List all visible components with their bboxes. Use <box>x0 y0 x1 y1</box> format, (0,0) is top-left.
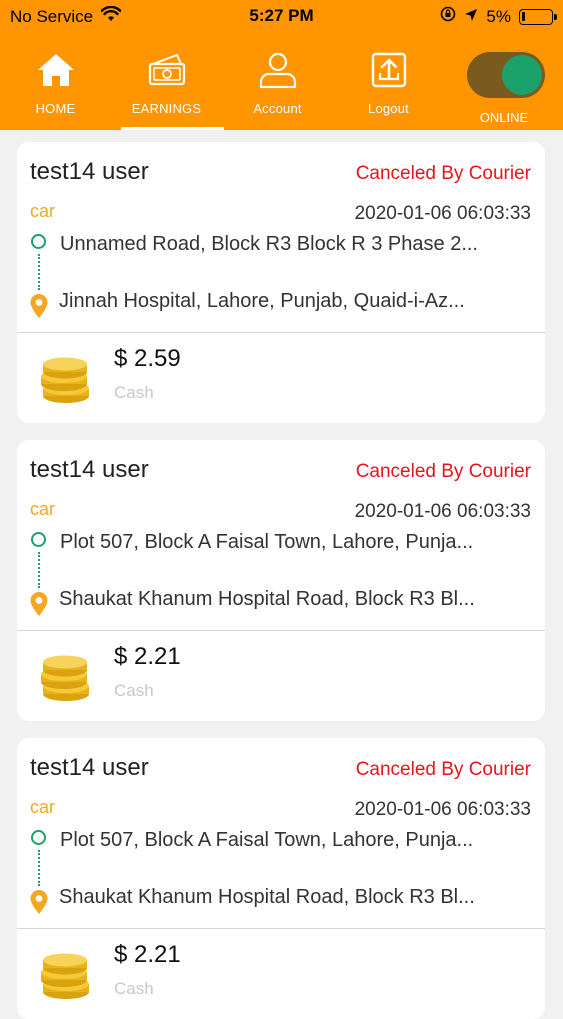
nav-earnings-label: EARNINGS <box>131 101 202 116</box>
card-divider <box>17 630 545 631</box>
online-label: ONLINE <box>479 110 529 125</box>
coins-icon <box>39 951 91 1006</box>
vehicle-type: car <box>30 201 56 221</box>
home-icon <box>36 50 76 90</box>
trip-datetime: 2020-01-06 06:03:33 <box>354 799 531 820</box>
nav-account[interactable]: Account <box>222 32 333 130</box>
card-divider <box>17 332 545 333</box>
dropoff-address: Shaukat Khanum Hospital Road, Block R3 B… <box>59 588 475 610</box>
coins-icon <box>39 653 91 708</box>
route-line <box>38 254 40 290</box>
money-icon <box>147 50 187 90</box>
dropoff-address: Jinnah Hospital, Lahore, Punjab, Quaid-i… <box>59 290 465 312</box>
battery-percent: 5% <box>486 6 511 26</box>
pickup-address: Plot 507, Block A Faisal Town, Lahore, P… <box>60 531 474 553</box>
fare-amount: $ 2.21 <box>114 941 181 968</box>
status-bar: No Service 5:27 PM 5% <box>0 0 563 32</box>
trip-status: Canceled By Courier <box>355 759 531 780</box>
card-divider <box>17 928 545 929</box>
pickup-address: Unnamed Road, Block R3 Block R 3 Phase 2… <box>60 233 478 255</box>
nav-home-label: HOME <box>35 101 76 116</box>
coins-icon <box>39 355 91 410</box>
trip-datetime: 2020-01-06 06:03:33 <box>354 203 531 224</box>
nav-logout[interactable]: Logout <box>333 32 444 130</box>
toggle-knob <box>502 55 542 95</box>
nav-logout-label: Logout <box>368 101 409 116</box>
route-line <box>38 850 40 886</box>
trip-status: Canceled By Courier <box>355 163 531 184</box>
user-icon <box>258 50 298 90</box>
nav-earnings[interactable]: EARNINGS <box>111 32 224 130</box>
pickup-address: Plot 507, Block A Faisal Town, Lahore, P… <box>60 829 474 851</box>
map-pin-icon <box>29 889 49 920</box>
trip-card[interactable]: test14 user Canceled By Courier car 2020… <box>17 440 545 721</box>
customer-name: test14 user <box>30 158 149 185</box>
fare-amount: $ 2.59 <box>114 345 181 372</box>
payment-method: Cash <box>114 979 154 998</box>
payment-method: Cash <box>114 383 154 402</box>
pickup-dot-icon <box>31 830 46 845</box>
route-line <box>38 552 40 588</box>
customer-name: test14 user <box>30 754 149 781</box>
payment-method: Cash <box>114 681 154 700</box>
map-pin-icon <box>29 293 49 324</box>
battery-icon <box>519 8 557 25</box>
vehicle-type: car <box>30 499 56 519</box>
pickup-dot-icon <box>31 532 46 547</box>
top-nav: HOME EARNINGS Account Logout ONLINE <box>0 32 563 130</box>
dropoff-address: Shaukat Khanum Hospital Road, Block R3 B… <box>59 886 475 908</box>
online-toggle[interactable] <box>467 52 545 98</box>
trip-card[interactable]: test14 user Canceled By Courier car 2020… <box>17 142 545 423</box>
map-pin-icon <box>29 591 49 622</box>
nav-home[interactable]: HOME <box>0 32 111 130</box>
trip-datetime: 2020-01-06 06:03:33 <box>354 501 531 522</box>
vehicle-type: car <box>30 797 56 817</box>
fare-amount: $ 2.21 <box>114 643 181 670</box>
logout-icon <box>369 50 409 90</box>
trip-status: Canceled By Courier <box>355 461 531 482</box>
customer-name: test14 user <box>30 456 149 483</box>
pickup-dot-icon <box>31 234 46 249</box>
nav-account-label: Account <box>253 101 302 116</box>
location-arrow-icon <box>464 7 478 27</box>
orientation-lock-icon <box>440 6 456 27</box>
trip-card[interactable]: test14 user Canceled By Courier car 2020… <box>17 738 545 1019</box>
